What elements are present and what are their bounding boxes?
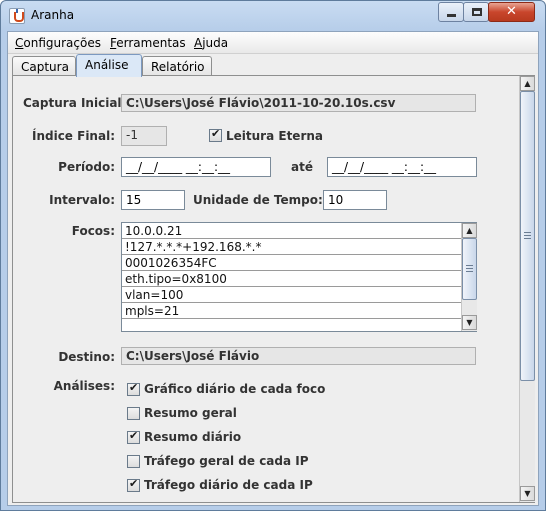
indice-final-field: -1 — [121, 126, 167, 146]
list-item[interactable]: !127.*.*.*+192.168.*.* — [122, 239, 462, 255]
intervalo-field[interactable]: 15 — [121, 190, 185, 210]
scroll-up-icon[interactable]: ▲ — [520, 76, 535, 91]
tab-analise[interactable]: Análise — [76, 54, 142, 77]
captura-inicial-label: Captura Inicial: — [23, 96, 127, 110]
grafico-diario-label: Gráfico diário de cada foco — [144, 382, 326, 396]
captura-inicial-field: C:\Users\José Flávio\2011-10-20.10s.csv — [121, 94, 476, 112]
menu-label: erramentas — [116, 36, 186, 50]
scroll-down-icon[interactable]: ▼ — [462, 315, 477, 330]
leitura-eterna-checkbox[interactable] — [209, 127, 222, 142]
grip-line — [524, 232, 531, 233]
window-title: Aranha — [31, 8, 75, 22]
grip-line — [466, 265, 473, 266]
panel-scroll-thumb[interactable] — [520, 91, 535, 381]
scroll-down-icon[interactable]: ▼ — [520, 486, 535, 501]
focos-scrollbar[interactable]: ▲ ▼ — [461, 223, 477, 331]
grip-line — [466, 268, 473, 269]
app-window: Aranha ✕ Configurações Ferramentas Ajuda… — [0, 0, 546, 511]
destino-label: Destino: — [58, 350, 115, 364]
tab-captura[interactable]: Captura — [12, 56, 76, 76]
app-icon — [9, 8, 25, 24]
list-item[interactable]: mpls=21 — [122, 303, 462, 319]
list-item[interactable]: vlan=100 — [122, 287, 462, 303]
grafico-diario-checkbox[interactable] — [127, 381, 140, 396]
grip-line — [524, 238, 531, 239]
minimize-icon — [447, 14, 456, 17]
analises-label: Análises: — [53, 379, 115, 393]
intervalo-label: Intervalo: — [49, 193, 115, 207]
close-button[interactable]: ✕ — [488, 2, 535, 22]
analise-panel: Captura Inicial: C:\Users\José Flávio\20… — [12, 75, 535, 503]
focos-scroll-thumb[interactable] — [462, 238, 477, 300]
trafego-diario-ip-checkbox[interactable] — [127, 477, 140, 492]
focos-list[interactable]: 10.0.0.21 !127.*.*.*+192.168.*.* 0001026… — [121, 222, 477, 332]
menu-label: onfigurações — [23, 36, 101, 50]
list-item[interactable]: 0001026354FC — [122, 255, 462, 271]
periodo-label: Período: — [58, 160, 115, 174]
ate-label: até — [291, 160, 313, 174]
destino-field: C:\Users\José Flávio — [121, 347, 476, 365]
client-area: Configurações Ferramentas Ajuda Captura … — [7, 31, 539, 506]
menu-ajuda[interactable]: Ajuda — [194, 36, 228, 50]
resumo-diario-checkbox[interactable] — [127, 429, 140, 444]
resumo-diario-label: Resumo diário — [144, 430, 242, 444]
panel-scrollbar[interactable]: ▲ ▼ — [519, 76, 535, 502]
trafego-diario-ip-label: Tráfego diário de cada IP — [144, 478, 313, 492]
minimize-button[interactable] — [438, 2, 464, 22]
close-icon: ✕ — [506, 4, 517, 19]
grip-line — [466, 271, 473, 272]
menu-mnemonic: A — [194, 36, 203, 50]
scroll-up-icon[interactable]: ▲ — [462, 223, 477, 238]
menu-label: juda — [202, 36, 229, 50]
resumo-geral-checkbox[interactable] — [127, 407, 140, 420]
unidade-tempo-field[interactable]: 10 — [323, 190, 387, 210]
tab-strip: Captura Análise Relatório — [8, 54, 538, 77]
leitura-eterna-label: Leitura Eterna — [226, 129, 324, 143]
focos-label: Focos: — [71, 224, 115, 238]
list-item[interactable]: eth.tipo=0x8100 — [122, 271, 462, 287]
menu-ferramentas[interactable]: Ferramentas — [110, 36, 186, 50]
trafego-geral-ip-checkbox[interactable] — [127, 455, 140, 468]
resumo-geral-label: Resumo geral — [144, 406, 237, 420]
maximize-icon — [472, 8, 482, 16]
menu-bar: Configurações Ferramentas Ajuda — [8, 32, 538, 54]
indice-final-label: Índice Final: — [31, 129, 115, 143]
unidade-tempo-label: Unidade de Tempo: — [193, 193, 323, 207]
list-item[interactable]: 10.0.0.21 — [122, 223, 462, 239]
maximize-button[interactable] — [463, 2, 489, 22]
trafego-geral-ip-label: Tráfego geral de cada IP — [144, 454, 309, 468]
menu-configuracoes[interactable]: Configurações — [15, 36, 101, 50]
grip-line — [524, 235, 531, 236]
title-bar[interactable]: Aranha ✕ — [1, 1, 545, 31]
periodo-end-field[interactable]: __/__/____ __:__:__ — [327, 157, 477, 177]
periodo-start-field[interactable]: __/__/____ __:__:__ — [121, 157, 271, 177]
tab-relatorio[interactable]: Relatório — [142, 56, 212, 76]
